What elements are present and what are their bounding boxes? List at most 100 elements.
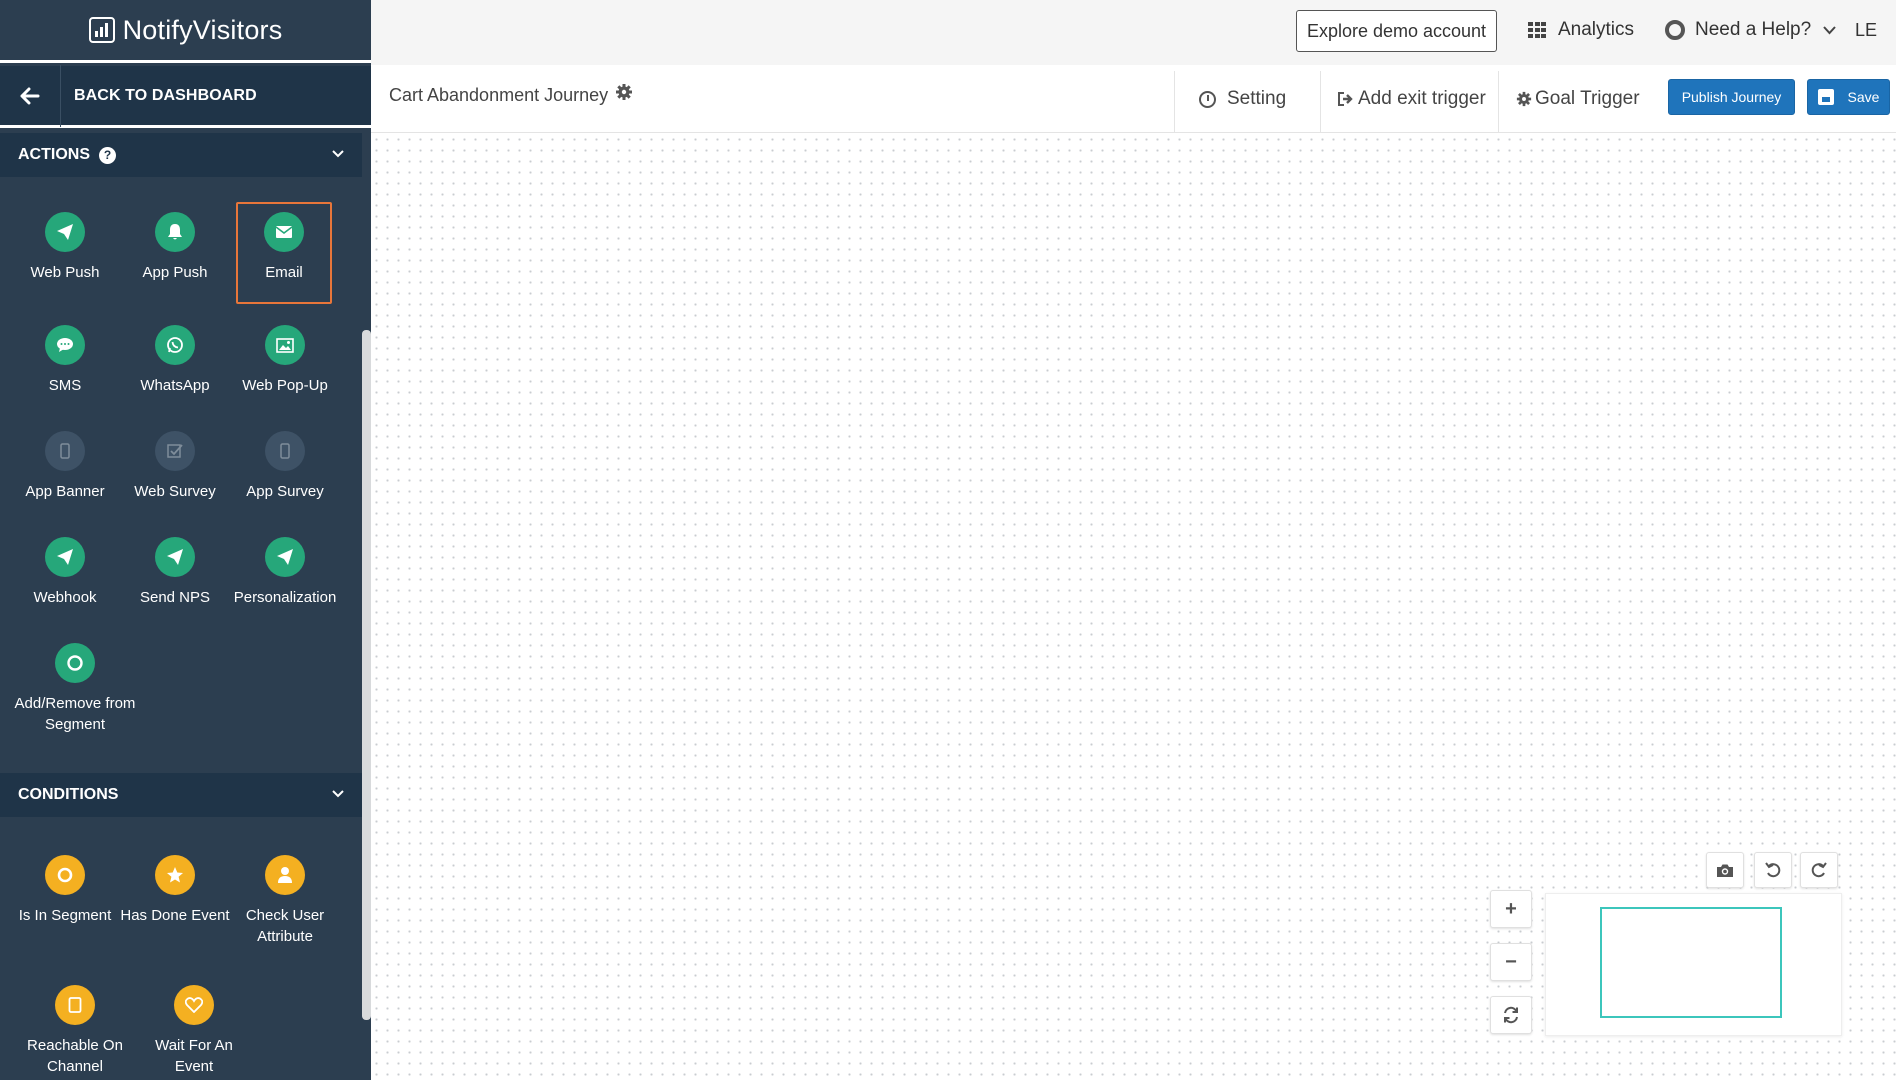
mobile-icon: [45, 431, 85, 471]
user-icon: [265, 855, 305, 895]
action-add-remove-segment[interactable]: Add/Remove from Segment: [10, 643, 140, 735]
toolbar-divider: [1498, 71, 1499, 133]
condition-wait-for-event[interactable]: Wait For An Event: [139, 985, 249, 1077]
action-email[interactable]: Email: [236, 202, 332, 304]
action-label: Email: [265, 264, 303, 281]
conditions-title: CONDITIONS: [18, 786, 119, 803]
redo-icon[interactable]: [1800, 852, 1838, 888]
paper-plane-icon: [265, 537, 305, 577]
back-to-dashboard-button[interactable]: BACK TO DASHBOARD: [0, 64, 371, 128]
explore-demo-button[interactable]: Explore demo account: [1296, 10, 1497, 52]
action-label: Web Pop-Up: [242, 377, 328, 394]
condition-reachable-on-channel[interactable]: Reachable On Channel: [20, 985, 130, 1077]
action-personalization[interactable]: Personalization: [230, 537, 340, 608]
action-app-banner: App Banner: [10, 431, 120, 502]
floppy-disk-icon: [1817, 89, 1834, 105]
undo-icon[interactable]: [1754, 852, 1792, 888]
analytics-link[interactable]: Analytics: [1528, 19, 1634, 41]
help-label: Need a Help?: [1695, 19, 1812, 40]
save-label: Save: [1847, 89, 1880, 105]
condition-label: Reachable On Channel: [27, 1037, 123, 1075]
journey-toolbar: Cart Abandonment Journey Setting Add exi…: [371, 65, 1896, 133]
action-label: App Banner: [25, 483, 105, 500]
action-sms[interactable]: SMS: [10, 325, 120, 396]
circle-icon: [55, 643, 95, 683]
actions-section-header[interactable]: ACTIONS ?: [0, 133, 362, 177]
need-help-dropdown[interactable]: Need a Help?: [1665, 19, 1836, 41]
user-avatar[interactable]: LE: [1855, 20, 1877, 41]
goal-trigger-label: Goal Trigger: [1535, 88, 1640, 109]
exit-trigger-label: Add exit trigger: [1358, 88, 1486, 109]
action-label: SMS: [48, 377, 82, 394]
sidebar-scrollbar[interactable]: [362, 330, 371, 1020]
setting-label: Setting: [1227, 88, 1287, 109]
actions-title: ACTIONS: [18, 146, 90, 163]
reset-view-button[interactable]: [1490, 996, 1532, 1034]
action-web-pop-up[interactable]: Web Pop-Up: [230, 325, 340, 396]
gear-icon: [1516, 91, 1532, 107]
zoom-out-button[interactable]: −: [1490, 943, 1532, 981]
checkbox-icon: [155, 431, 195, 471]
paper-plane-icon: [45, 537, 85, 577]
action-web-push[interactable]: Web Push: [10, 212, 120, 283]
mobile-icon: [265, 431, 305, 471]
publish-journey-button[interactable]: Publish Journey: [1668, 79, 1795, 115]
action-webhook[interactable]: Webhook: [10, 537, 120, 608]
sidebar: NotifyVisitors BACK TO DASHBOARD ACTIONS…: [0, 0, 371, 1080]
action-send-nps[interactable]: Send NPS: [120, 537, 230, 608]
help-circle-icon[interactable]: ?: [99, 146, 116, 164]
action-label: Send NPS: [139, 589, 211, 606]
paper-plane-icon: [155, 537, 195, 577]
canvas-minimap[interactable]: [1545, 893, 1842, 1036]
action-label: Personalization: [233, 589, 337, 606]
condition-has-done-event[interactable]: Has Done Event: [120, 855, 230, 926]
toolbar-divider: [1320, 71, 1321, 133]
tablet-icon: [55, 985, 95, 1025]
add-exit-trigger-button[interactable]: Add exit trigger: [1338, 65, 1486, 133]
action-label: App Survey: [246, 483, 324, 500]
action-whatsapp[interactable]: WhatsApp: [120, 325, 230, 396]
action-app-survey: App Survey: [230, 431, 340, 502]
action-label: App Push: [142, 264, 208, 281]
envelope-icon: [264, 212, 304, 252]
conditions-section-header[interactable]: CONDITIONS: [0, 773, 362, 817]
gear-icon[interactable]: [615, 83, 633, 107]
ring-icon: [45, 855, 85, 895]
save-button[interactable]: Save: [1807, 79, 1890, 115]
action-label: Add/Remove from Segment: [14, 695, 136, 733]
grid-icon: [1528, 22, 1546, 38]
lifebuoy-icon: [1665, 20, 1685, 40]
analytics-label: Analytics: [1558, 19, 1635, 40]
top-header: Explore demo account Analytics Need a He…: [371, 0, 1896, 65]
condition-label: Has Done Event: [120, 907, 230, 924]
paper-plane-icon: [45, 212, 85, 252]
condition-check-user-attribute[interactable]: Check User Attribute: [230, 855, 340, 947]
action-app-push[interactable]: App Push: [120, 212, 230, 283]
chevron-down-icon: [1823, 22, 1836, 38]
back-label: BACK TO DASHBOARD: [74, 86, 257, 104]
logo-text: NotifyVisitors: [122, 14, 283, 45]
action-label: Web Push: [30, 264, 100, 281]
action-label: WhatsApp: [140, 377, 210, 394]
clock-icon: [1199, 90, 1216, 108]
logo[interactable]: NotifyVisitors: [0, 0, 371, 63]
arrow-left-icon: [0, 64, 61, 127]
condition-label: Wait For An Event: [155, 1037, 233, 1075]
minimap-viewport[interactable]: [1600, 907, 1782, 1018]
action-web-survey: Web Survey: [120, 431, 230, 502]
action-label: Webhook: [33, 589, 97, 606]
chevron-down-icon[interactable]: [332, 785, 344, 803]
condition-is-in-segment[interactable]: Is In Segment: [10, 855, 120, 926]
condition-label: Check User Attribute: [245, 907, 325, 945]
star-icon: [155, 855, 195, 895]
bell-icon: [155, 212, 195, 252]
chevron-down-icon[interactable]: [332, 145, 344, 163]
image-icon: [265, 325, 305, 365]
whatsapp-icon: [155, 325, 195, 365]
goal-trigger-button[interactable]: Goal Trigger: [1516, 65, 1640, 133]
camera-icon[interactable]: [1706, 852, 1744, 888]
setting-button[interactable]: Setting: [1199, 65, 1286, 133]
condition-label: Is In Segment: [18, 907, 112, 924]
zoom-in-button[interactable]: +: [1490, 890, 1532, 928]
journey-title-text: Cart Abandonment Journey: [389, 84, 609, 105]
